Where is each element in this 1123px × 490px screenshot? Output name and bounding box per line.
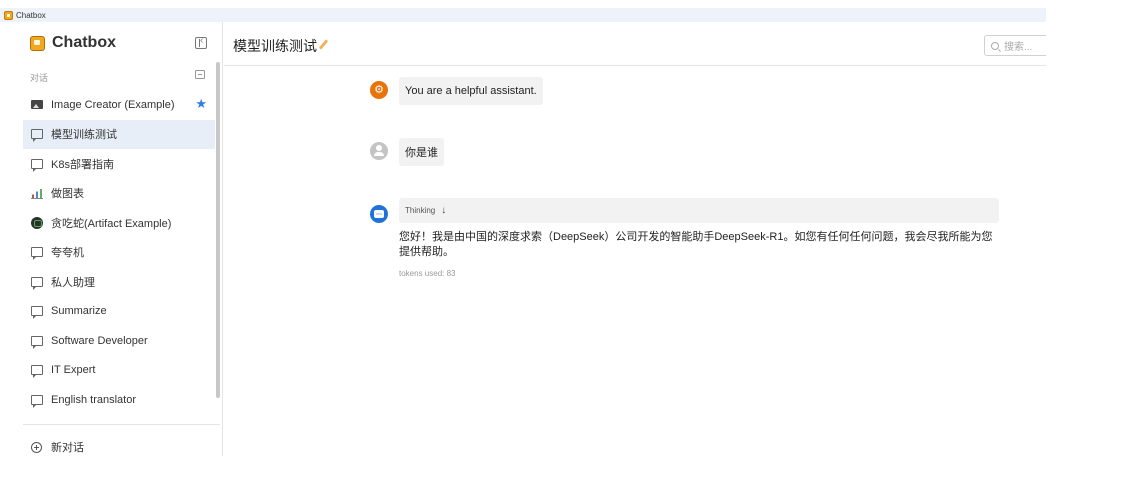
brand-name: Chatbox [52, 34, 116, 51]
session-item-image-creator[interactable]: Image Creator (Example) ★ [23, 90, 215, 120]
session-list: Image Creator (Example) ★ 模型训练测试 K8s部署指南… [23, 90, 215, 415]
search-placeholder: 搜索... [1004, 42, 1033, 53]
assistant-avatar-icon [370, 205, 388, 223]
user-avatar-icon [370, 142, 388, 160]
section-label: 对话 [30, 73, 49, 83]
chat-icon [31, 306, 43, 320]
chart-icon [31, 187, 43, 200]
archive-icon[interactable] [195, 70, 205, 79]
chat-icon [31, 335, 43, 349]
collapse-sidebar-icon[interactable] [195, 35, 207, 49]
chat-header: 模型训练测试 搜索... [224, 22, 1046, 66]
chat-icon [31, 158, 43, 172]
sidebar: Chatbox 对话 Image Creator (Example) ★ 模型训… [0, 22, 223, 456]
edit-pencil-icon[interactable] [318, 39, 329, 50]
session-label: Image Creator (Example) [51, 98, 175, 111]
session-item-summarize[interactable]: Summarize [23, 297, 215, 327]
chat-icon [31, 247, 43, 261]
search-icon [991, 41, 999, 50]
session-item-chart[interactable]: 做图表 [23, 179, 215, 209]
snake-avatar-icon [31, 216, 43, 229]
chat-icon [31, 365, 43, 379]
session-label: Summarize [51, 305, 107, 318]
arrow-down-icon: ↓ [441, 205, 447, 216]
user-message: 你是谁 [399, 138, 444, 166]
session-label: 夸夸机 [51, 247, 84, 260]
sidebar-divider [23, 424, 220, 425]
new-chat-label: 新对话 [51, 442, 84, 454]
window-titlebar: Chatbox [0, 8, 1046, 22]
chat-icon [31, 276, 43, 290]
session-label: IT Expert [51, 364, 96, 377]
app-logo-icon [4, 10, 13, 20]
session-label: 私人助理 [51, 276, 95, 289]
brand: Chatbox [30, 34, 116, 52]
session-label: 贪吃蛇(Artifact Example) [51, 217, 172, 230]
session-item-snake[interactable]: 贪吃蛇(Artifact Example) [23, 208, 215, 238]
session-item-model-training[interactable]: 模型训练测试 [23, 119, 215, 149]
chatbox-logo-icon [30, 35, 45, 51]
system-message: You are a helpful assistant. [399, 77, 543, 105]
app-window: Chatbox Chatbox 对话 Image Creator (Exampl… [0, 0, 1046, 456]
session-item-english-translator[interactable]: English translator [23, 385, 215, 415]
session-item-assistant[interactable]: 私人助理 [23, 267, 215, 297]
session-label: 做图表 [51, 188, 84, 201]
thinking-toggle[interactable]: Thinking ↓ [399, 198, 999, 223]
thinking-label: Thinking [405, 206, 436, 215]
session-item-k8s[interactable]: K8s部署指南 [23, 149, 215, 179]
chat-main: 模型训练测试 搜索... You are a helpful assistant… [224, 22, 1046, 456]
star-icon[interactable]: ★ [195, 97, 207, 110]
session-item-software-developer[interactable]: Software Developer [23, 326, 215, 356]
assistant-reply: 您好！我是由中国的深度求索（DeepSeek）公司开发的智能助手DeepSeek… [399, 231, 993, 258]
session-item-praise[interactable]: 夸夸机 [23, 238, 215, 268]
chat-icon [31, 394, 43, 408]
chat-icon [31, 129, 43, 143]
image-icon [31, 100, 43, 110]
system-avatar-icon [370, 81, 388, 99]
user-message-text: 你是谁 [405, 147, 438, 159]
session-label: K8s部署指南 [51, 158, 114, 171]
session-label: 模型训练测试 [51, 129, 117, 142]
window-title: Chatbox [16, 10, 46, 20]
session-label: Software Developer [51, 334, 148, 347]
add-circle-icon [31, 441, 42, 453]
session-item-it-expert[interactable]: IT Expert [23, 356, 215, 386]
sidebar-scrollbar[interactable] [216, 62, 220, 398]
chat-title[interactable]: 模型训练测试 [233, 36, 317, 56]
search-input[interactable]: 搜索... [984, 35, 1046, 56]
system-message-text: You are a helpful assistant. [405, 85, 537, 97]
tokens-used: tokens used: 83 [399, 269, 456, 278]
new-chat-button[interactable]: 新对话 [31, 439, 84, 455]
session-label: English translator [51, 393, 136, 406]
